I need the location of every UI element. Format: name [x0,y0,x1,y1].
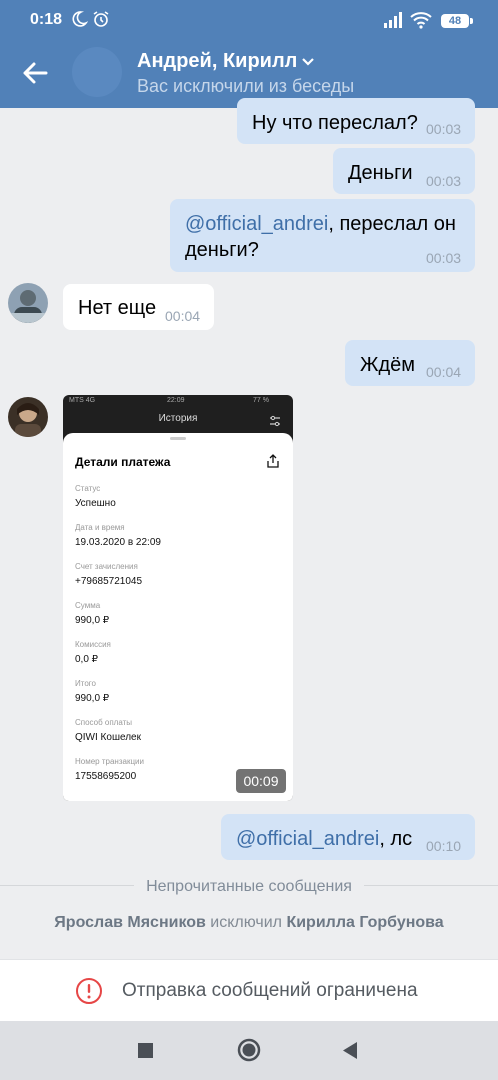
signal-icon [384,12,402,28]
message-outgoing[interactable]: Ну что переслал? 00:03 [237,98,475,144]
field-value: 19.03.2020 в 22:09 [75,537,161,548]
unread-label: Непрочитанные сообщения [134,878,364,895]
message-text-part: , лс [379,828,413,850]
message-text: Ну что переслал? [252,112,418,134]
avatar-sender[interactable] [8,283,48,323]
back-triangle-icon[interactable] [342,1041,359,1060]
field-value: 990,0 ₽ [75,693,110,704]
field-label: Комиссия [75,640,111,649]
filter-icon [270,415,280,427]
message-time: 00:10 [426,838,462,854]
recents-square-icon[interactable] [137,1042,154,1059]
moon-icon [72,11,88,27]
field-label: Способ оплаты [75,718,133,727]
field-value: 990,0 ₽ [75,615,110,626]
chat-title[interactable]: Андрей, Кирилл [137,50,315,73]
message-text: Деньги [348,162,413,184]
wifi-icon [410,12,432,29]
drag-handle [170,437,186,440]
field-label: Статус [75,484,101,493]
field-value: QIWI Кошелек [75,732,141,743]
home-circle-icon[interactable] [237,1038,261,1062]
message-time: 00:04 [165,308,201,324]
message-text: Нет еще [78,297,157,319]
field-label: Сумма [75,601,101,610]
field-value: 17558695200 [75,771,137,782]
system-message: Ярослав Мясников исключил Кирилла Горбун… [0,914,498,932]
message-outgoing[interactable]: @official_andrei, переслал он деньги? 00… [170,199,475,272]
share-icon [267,454,279,468]
message-text: Ждём [360,354,416,376]
mention-link[interactable]: @official_andrei [236,828,379,850]
shot-carrier: MTS 4G [69,397,96,404]
message-text-line2: деньги? [185,239,259,261]
message-text-part: , переслал он [328,213,456,235]
chat-title-text: Андрей, Кирилл [137,50,298,72]
attached-screenshot[interactable]: MTS 4G 22:09 77 % История Детали платежа… [63,395,293,801]
field-label: Итого [75,679,96,688]
message-outgoing[interactable]: @official_andrei, лс 00:10 [221,814,475,860]
shot-battery: 77 % [253,397,269,404]
field-value: Успешно [75,498,116,509]
video-duration-badge: 00:09 [236,769,286,793]
field-label: Счет зачисления [75,562,138,571]
message-incoming[interactable]: Нет еще 00:04 [63,284,214,330]
message-outgoing[interactable]: Ждём 00:04 [345,340,475,386]
field-label: Дата и время [75,523,125,532]
mention-link[interactable]: @official_andrei [185,213,328,235]
unread-divider: Непрочитанные сообщения [0,878,498,896]
message-time: 00:03 [426,121,462,137]
shot-status-bar: MTS 4G 22:09 77 % [63,395,293,407]
field-label: Номер транзакции [75,757,144,766]
battery-indicator: 48 [441,14,473,28]
back-arrow-icon[interactable] [20,58,50,88]
payment-details-card: Детали платежа Статус Успешно Дата и вре… [63,433,293,801]
avatar-sender[interactable] [8,397,48,437]
field-value: +79685721045 [75,576,143,587]
status-bar: 0:18 48 [0,0,498,44]
message-time: 00:04 [426,364,462,380]
message-outgoing[interactable]: Деньги 00:03 [333,148,475,194]
message-text: @official_andrei, лс [236,828,412,851]
chevron-down-icon [302,57,315,66]
shot-screen-title: История [158,413,198,424]
chat-avatar[interactable] [72,47,122,97]
alert-icon [76,978,102,1004]
system-actor[interactable]: Ярослав Мясников [54,914,206,931]
restriction-text: Отправка сообщений ограничена [122,980,418,1001]
alarm-icon [93,11,109,27]
restriction-banner: Отправка сообщений ограничена [0,959,498,1021]
shot-clock: 22:09 [167,397,185,404]
message-time: 00:03 [426,250,462,266]
message-text: @official_andrei, переслал он [185,213,456,236]
field-value: 0,0 ₽ [75,654,99,665]
system-nav-bar [0,1021,498,1080]
status-time: 0:18 [30,11,63,28]
system-target[interactable]: Кирилла Горбунова [286,914,443,931]
app-header: 0:18 48 Андрей, Кирилл Вас исключили из … [0,0,498,108]
system-action: исключил [205,914,287,931]
chat-subtitle: Вас исключили из беседы [137,76,355,96]
card-title: Детали платежа [75,455,171,469]
message-time: 00:03 [426,173,462,189]
